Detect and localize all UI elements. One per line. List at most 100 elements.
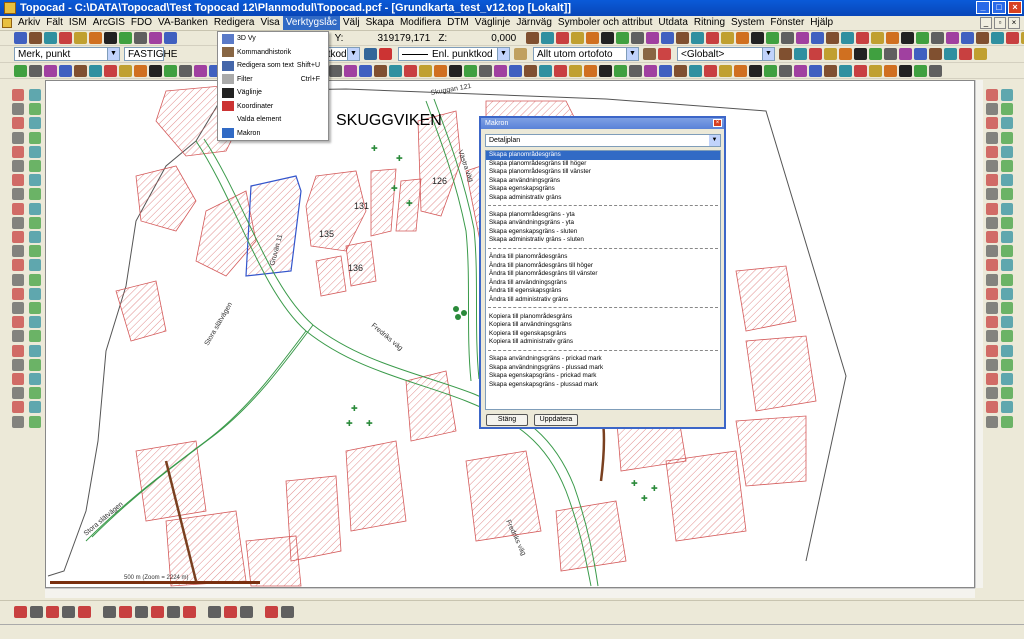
ortofoto-combo[interactable]: Allt utom ortofoto ▼	[533, 47, 639, 61]
pan-icon[interactable]	[14, 605, 27, 618]
edit-icon[interactable]	[12, 131, 24, 144]
layer-icon[interactable]	[986, 174, 998, 187]
grid-icon[interactable]	[751, 32, 765, 44]
circle-icon[interactable]	[809, 64, 822, 77]
menu-item[interactable]: Hjälp	[807, 16, 836, 30]
arc-icon[interactable]	[194, 64, 207, 77]
line-icon[interactable]	[479, 64, 492, 77]
zoom-icon[interactable]	[149, 32, 162, 44]
arrow-icon[interactable]	[1001, 89, 1013, 101]
trim-icon[interactable]	[29, 358, 41, 371]
symbol-icon[interactable]	[986, 188, 998, 201]
point-icon[interactable]	[164, 64, 177, 77]
close-button[interactable]: ×	[1008, 1, 1022, 14]
xyz-icon[interactable]	[134, 64, 147, 77]
line-icon[interactable]	[929, 64, 942, 77]
line-icon[interactable]	[12, 259, 24, 272]
edit-icon[interactable]	[12, 188, 24, 201]
maximize-button[interactable]: □	[992, 1, 1006, 14]
menu-item[interactable]: Modifiera	[397, 16, 444, 30]
layer-icon[interactable]	[514, 48, 527, 60]
xyz-icon[interactable]	[434, 64, 447, 77]
lock-icon[interactable]	[1001, 373, 1013, 385]
fastighet-combo[interactable]: FASTIGHE	[124, 47, 177, 61]
macro-item[interactable]: Kopiera till planområdesgräns	[486, 313, 720, 322]
arc-icon[interactable]	[344, 64, 357, 77]
macro-item[interactable]: Skapa planområdesgräns	[486, 151, 720, 160]
macro-item[interactable]: Skapa användningsgräns - yta	[486, 219, 720, 228]
save-icon[interactable]	[44, 32, 57, 44]
macro-item[interactable]: Ändra till administrativ gräns	[486, 296, 720, 305]
zoom-icon[interactable]	[62, 605, 75, 618]
edit-icon[interactable]	[12, 358, 24, 371]
lock-icon[interactable]	[1001, 415, 1013, 428]
measure-icon[interactable]	[824, 48, 837, 60]
select-icon[interactable]	[135, 605, 148, 618]
text-icon[interactable]	[886, 32, 900, 44]
layer-icon[interactable]	[46, 605, 59, 618]
layer-icon[interactable]	[151, 605, 164, 618]
close-icon[interactable]: ×	[713, 119, 722, 127]
menu-item[interactable]: Fönster	[767, 16, 807, 30]
zoom-icon[interactable]	[689, 64, 702, 77]
grid-icon[interactable]	[871, 32, 885, 44]
tools-menu-item[interactable]: 3D Vy	[218, 32, 328, 46]
point-icon[interactable]	[839, 48, 852, 60]
pan-icon[interactable]	[104, 64, 117, 77]
cross-icon[interactable]	[29, 145, 41, 158]
snap-icon[interactable]	[959, 48, 972, 60]
lock-icon[interactable]	[1001, 330, 1013, 343]
trim-icon[interactable]	[29, 245, 41, 258]
cross-icon[interactable]	[29, 259, 41, 272]
star-icon[interactable]	[986, 415, 998, 428]
cross-icon[interactable]	[29, 89, 41, 101]
pan-icon[interactable]	[854, 64, 867, 77]
style-icon[interactable]	[379, 48, 392, 60]
info-icon[interactable]	[1001, 401, 1013, 414]
text-icon[interactable]	[766, 32, 780, 44]
dtm-icon[interactable]	[854, 48, 867, 60]
info-icon[interactable]	[1001, 231, 1013, 243]
star-icon[interactable]	[986, 287, 998, 300]
layer-icon[interactable]	[986, 387, 998, 400]
star-icon[interactable]	[986, 245, 998, 258]
layer-icon[interactable]	[869, 48, 882, 60]
settings-icon[interactable]	[706, 32, 720, 44]
macro-item[interactable]: Ändra till egenskapsgräns	[486, 287, 720, 296]
select-icon[interactable]	[119, 64, 132, 77]
move-icon[interactable]	[29, 103, 41, 116]
snap-icon[interactable]	[74, 64, 87, 77]
symbol-icon[interactable]	[986, 103, 998, 116]
symbol-icon[interactable]	[986, 145, 998, 158]
zoom-icon[interactable]	[281, 605, 294, 618]
menu-item[interactable]: Järnväg	[513, 16, 555, 30]
xyz-icon[interactable]	[584, 64, 597, 77]
snap-icon[interactable]	[674, 64, 687, 77]
arc-icon[interactable]	[29, 117, 41, 130]
pan-icon[interactable]	[704, 64, 717, 77]
text-icon[interactable]	[526, 32, 540, 44]
info-icon[interactable]	[1001, 316, 1013, 329]
trim-icon[interactable]	[29, 302, 41, 314]
select-icon[interactable]	[869, 64, 882, 77]
menu-item[interactable]: System	[728, 16, 767, 30]
macro-item[interactable]: Ändra till planområdesgräns till höger	[486, 262, 720, 271]
polygon-icon[interactable]	[12, 273, 24, 286]
pan-icon[interactable]	[404, 64, 417, 77]
edit-icon[interactable]	[12, 245, 24, 258]
macro-item[interactable]: Kopiera till egenskapsgräns	[486, 330, 720, 339]
info-icon[interactable]	[1001, 273, 1013, 286]
circle-icon[interactable]	[12, 231, 24, 243]
macro-item[interactable]: Skapa användningsgräns - plussad mark	[486, 364, 720, 373]
circle-icon[interactable]	[359, 64, 372, 77]
category-select[interactable]: Detaljplan ▼	[485, 134, 721, 147]
minimize-button[interactable]: _	[976, 1, 990, 14]
menu-item[interactable]: Visa	[257, 16, 282, 30]
edit-icon[interactable]	[12, 415, 24, 428]
print-icon[interactable]	[183, 605, 196, 618]
symbol-icon[interactable]	[986, 231, 998, 243]
line-icon[interactable]	[179, 64, 192, 77]
tool-icon[interactable]	[961, 32, 975, 44]
circle-icon[interactable]	[509, 64, 522, 77]
info-icon[interactable]	[1001, 188, 1013, 201]
